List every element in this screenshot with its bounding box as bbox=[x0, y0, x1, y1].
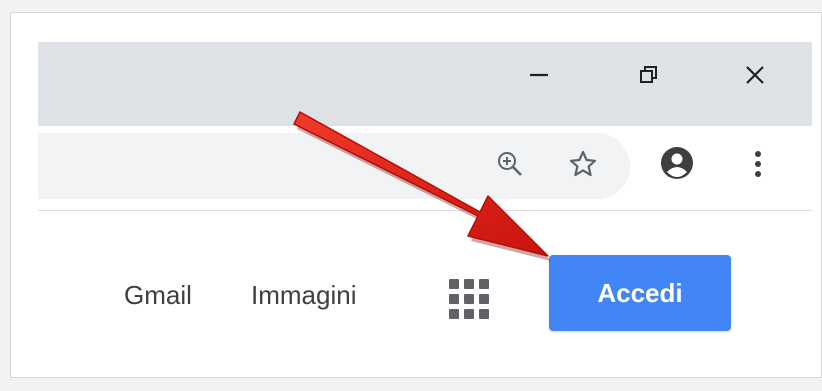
signin-button[interactable]: Accedi bbox=[549, 255, 731, 331]
close-button[interactable] bbox=[732, 52, 778, 98]
zoom-button[interactable] bbox=[490, 146, 530, 186]
menu-button[interactable] bbox=[738, 146, 778, 186]
close-icon bbox=[744, 64, 766, 86]
images-link[interactable]: Immagini bbox=[251, 270, 356, 320]
profile-button[interactable] bbox=[657, 145, 697, 185]
gmail-link[interactable]: Gmail bbox=[124, 270, 192, 320]
restore-button[interactable] bbox=[626, 52, 672, 98]
star-icon bbox=[568, 149, 598, 184]
bookmark-button[interactable] bbox=[563, 146, 603, 186]
zoom-in-icon bbox=[496, 150, 524, 183]
restore-icon bbox=[638, 64, 660, 86]
account-circle-icon bbox=[660, 146, 694, 185]
minimize-button[interactable] bbox=[516, 52, 562, 98]
address-bar[interactable] bbox=[38, 133, 630, 199]
minimize-icon bbox=[528, 64, 550, 86]
browser-titlebar bbox=[38, 42, 812, 126]
more-vert-icon bbox=[753, 149, 763, 184]
apps-button[interactable] bbox=[446, 276, 492, 322]
apps-grid-icon bbox=[446, 276, 492, 322]
